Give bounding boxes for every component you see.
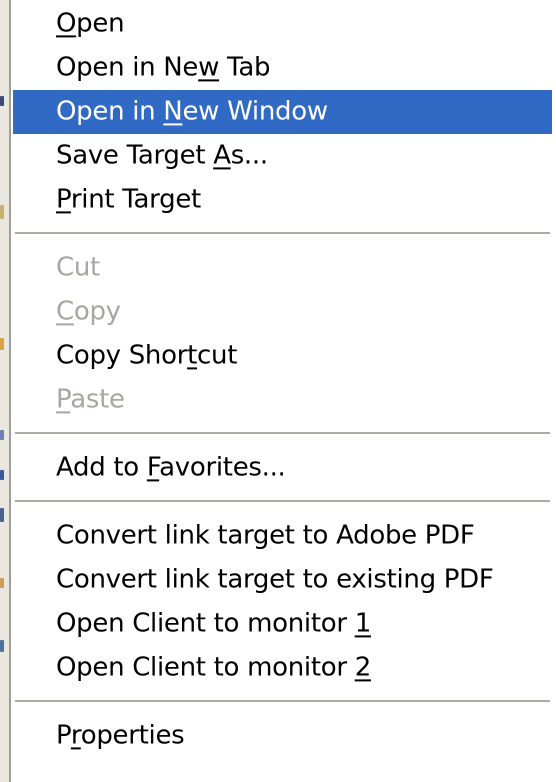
background-page-strip bbox=[0, 0, 9, 782]
background-mark bbox=[0, 96, 4, 106]
access-key: w bbox=[198, 52, 220, 83]
menu-item-copy: Copy bbox=[13, 290, 552, 334]
context-menu: Open Open in New Tab Open in New Window Sav… bbox=[9, 0, 556, 782]
menu-item-print-target[interactable]: Print Target bbox=[13, 178, 552, 222]
menu-item-label: Convert link target to existing PDF bbox=[56, 564, 494, 595]
menu-item-paste: Paste bbox=[13, 378, 552, 422]
menu-item-label: Copy bbox=[56, 296, 121, 327]
menu-item-label: Copy Shortcut bbox=[56, 340, 238, 371]
menu-item-label: Open Client to monitor 1 bbox=[56, 608, 372, 639]
background-mark bbox=[0, 338, 4, 350]
menu-separator bbox=[15, 700, 550, 703]
access-key: 1 bbox=[354, 608, 372, 639]
menu-item-open-client-to-monitor-2[interactable]: Open Client to monitor 2 bbox=[13, 646, 552, 690]
background-mark bbox=[0, 205, 4, 219]
menu-item-label: Open Client to monitor 2 bbox=[56, 652, 372, 683]
access-key: P bbox=[56, 384, 71, 415]
menu-item-label: Paste bbox=[56, 384, 125, 415]
access-key: F bbox=[146, 452, 160, 483]
menu-item-label: Open in New Window bbox=[56, 96, 328, 127]
menu-separator bbox=[15, 432, 550, 435]
menu-item-open-client-to-monitor-1[interactable]: Open Client to monitor 1 bbox=[13, 602, 552, 646]
menu-item-label: Properties bbox=[56, 720, 185, 751]
menu-item-label: Open bbox=[56, 8, 125, 39]
background-mark bbox=[0, 578, 4, 588]
menu-item-open-in-new-window[interactable]: Open in New Window bbox=[13, 90, 552, 134]
menu-item-properties[interactable]: Properties bbox=[13, 714, 552, 758]
access-key: N bbox=[163, 96, 183, 127]
access-key: 2 bbox=[354, 652, 372, 683]
background-mark bbox=[0, 470, 4, 480]
menu-item-label: Add to Favorites... bbox=[56, 452, 286, 483]
menu-separator bbox=[15, 232, 550, 235]
background-mark bbox=[0, 508, 4, 522]
menu-separator bbox=[15, 500, 550, 503]
menu-item-label: Open in New Tab bbox=[56, 52, 271, 83]
menu-item-label: Save Target As... bbox=[56, 140, 268, 171]
access-key: A bbox=[213, 140, 231, 171]
menu-item-copy-shortcut[interactable]: Copy Shortcut bbox=[13, 334, 552, 378]
background-mark bbox=[0, 430, 4, 440]
access-key: t bbox=[187, 340, 198, 371]
menu-item-label: Convert link target to Adobe PDF bbox=[56, 520, 475, 551]
menu-item-open-in-new-tab[interactable]: Open in New Tab bbox=[13, 46, 552, 90]
menu-item-convert-link-target-to-existing-pdf[interactable]: Convert link target to existing PDF bbox=[13, 558, 552, 602]
menu-item-open[interactable]: Open bbox=[13, 2, 552, 46]
menu-item-save-target-as[interactable]: Save Target As... bbox=[13, 134, 552, 178]
background-mark bbox=[0, 640, 4, 652]
menu-item-convert-link-target-to-adobe-pdf[interactable]: Convert link target to Adobe PDF bbox=[13, 514, 552, 558]
access-key: r bbox=[70, 720, 81, 751]
menu-item-cut: Cut bbox=[13, 246, 552, 290]
access-key: O bbox=[56, 8, 77, 39]
menu-item-label: Print Target bbox=[56, 184, 201, 215]
access-key: P bbox=[56, 184, 71, 215]
menu-item-add-to-favorites[interactable]: Add to Favorites... bbox=[13, 446, 552, 490]
access-key: C bbox=[56, 296, 74, 327]
menu-item-label: Cut bbox=[56, 252, 100, 283]
